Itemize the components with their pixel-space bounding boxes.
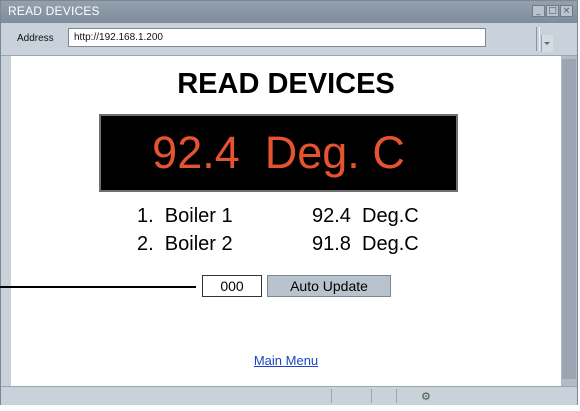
callout-line xyxy=(0,286,196,288)
vertical-scrollbar[interactable] xyxy=(561,56,577,386)
status-bar: ⚙ xyxy=(1,386,577,405)
network-icon: ⚙ xyxy=(421,390,431,403)
close-button[interactable]: × xyxy=(560,5,573,17)
auto-update-button[interactable]: Auto Update xyxy=(267,275,391,297)
window-title: READ DEVICES xyxy=(8,4,100,18)
address-bar: Address http://192.168.1.200 xyxy=(1,23,577,56)
window-controls: _ □ × xyxy=(532,5,573,17)
temperature-display: 92.4 Deg. C xyxy=(99,114,458,192)
minimize-button[interactable]: _ xyxy=(532,5,545,17)
device-value: 91.8 Deg.C xyxy=(312,233,419,255)
status-divider xyxy=(371,389,372,403)
device-value: 92.4 Deg.C xyxy=(312,205,419,227)
device-name: 1. Boiler 1 xyxy=(137,205,233,227)
status-divider xyxy=(396,389,397,403)
device-name: 2. Boiler 2 xyxy=(137,233,233,255)
display-reading: 92.4 Deg. C xyxy=(152,127,405,178)
scrollbar-thumb[interactable] xyxy=(562,59,576,379)
title-bar[interactable]: READ DEVICES _ □ × xyxy=(1,1,577,23)
address-label: Address xyxy=(17,33,54,44)
page-viewport: READ DEVICES 92.4 Deg. C 1. Boiler 1 92.… xyxy=(11,56,561,386)
address-dropdown-button[interactable] xyxy=(541,35,553,52)
toolbar-divider xyxy=(536,27,540,51)
code-input[interactable]: 000 xyxy=(202,275,262,297)
maximize-button[interactable]: □ xyxy=(546,5,559,17)
main-menu-link[interactable]: Main Menu xyxy=(11,353,561,368)
status-divider xyxy=(331,389,332,403)
page-title: READ DEVICES xyxy=(177,68,395,100)
address-input[interactable]: http://192.168.1.200 xyxy=(68,28,553,52)
browser-window: READ DEVICES _ □ × Address http://192.16… xyxy=(0,0,578,405)
address-url: http://192.168.1.200 xyxy=(74,32,163,43)
